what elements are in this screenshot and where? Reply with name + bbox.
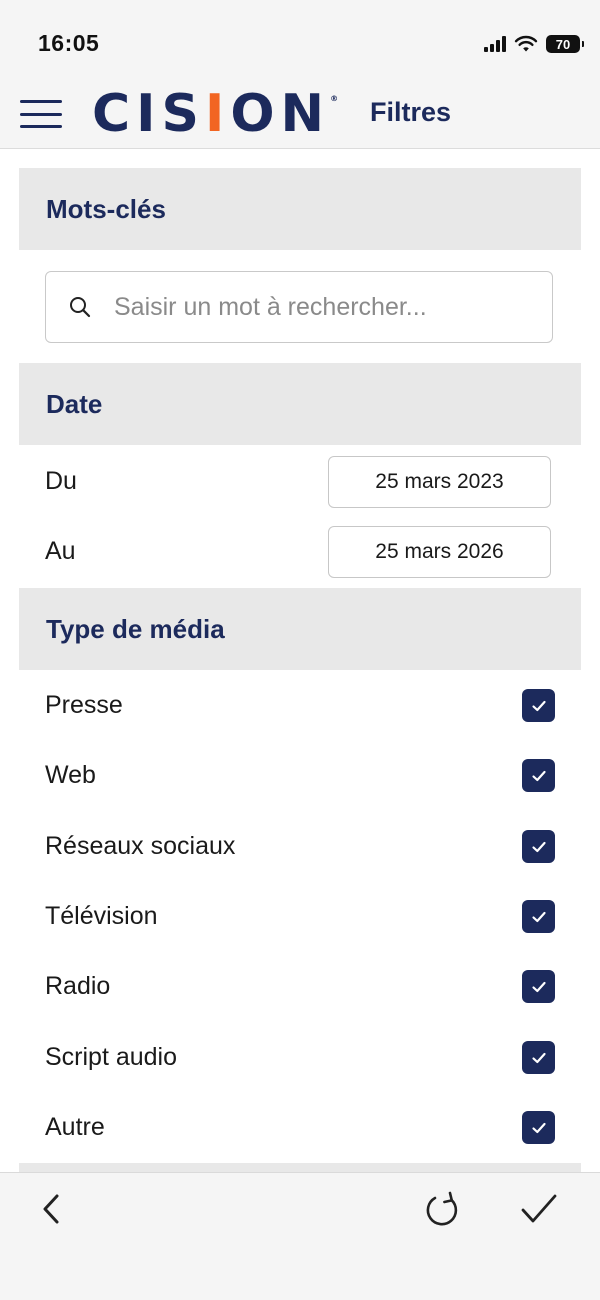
checkbox-autre[interactable] — [522, 1111, 555, 1144]
date-from-button[interactable]: 25 mars 2023 — [328, 456, 551, 508]
checkmark-icon — [521, 1194, 557, 1223]
hamburger-icon[interactable] — [20, 100, 62, 128]
filters-content[interactable]: Mots-clés Date Du 25 mars 2023 Au 25 mar… — [0, 149, 600, 1172]
section-title: Mots-clés — [46, 194, 166, 224]
date-to-button[interactable]: 25 mars 2026 — [328, 526, 551, 578]
refresh-icon — [426, 1191, 458, 1226]
section-header-next — [19, 1163, 581, 1172]
status-bar: 16:05 70 — [0, 0, 600, 80]
section-title: Date — [46, 389, 103, 419]
media-type-label: Web — [45, 761, 96, 789]
checkbox-presse[interactable] — [522, 689, 555, 722]
section-header-date: Date — [19, 363, 581, 445]
date-to-label: Au — [45, 537, 76, 565]
search-field[interactable] — [45, 271, 553, 343]
cision-logo: CIS I ON ® — [92, 84, 339, 144]
media-type-label: Radio — [45, 972, 111, 1000]
checkmark-icon — [531, 770, 546, 781]
media-type-label: Réseaux sociaux — [45, 832, 236, 860]
media-type-label: Télévision — [45, 902, 158, 930]
status-icons: 70 — [484, 32, 584, 56]
status-time: 16:05 — [38, 30, 100, 56]
search-icon — [70, 297, 91, 318]
media-type-label: Presse — [45, 691, 123, 719]
checkmark-icon — [531, 911, 546, 922]
bottom-toolbar — [0, 1172, 600, 1300]
checkbox-reseaux-sociaux[interactable] — [522, 830, 555, 863]
checkmark-icon — [531, 841, 546, 852]
checkbox-radio[interactable] — [522, 970, 555, 1003]
checkbox-television[interactable] — [522, 900, 555, 933]
battery-icon: 70 — [546, 35, 584, 53]
cellular-signal-icon — [484, 36, 506, 52]
checkmark-icon — [531, 1122, 546, 1133]
apply-button[interactable] — [517, 1187, 561, 1231]
checkmark-icon — [531, 1052, 546, 1063]
checkmark-icon — [531, 981, 546, 992]
page-title: Filtres — [370, 97, 452, 127]
date-from-label: Du — [45, 467, 77, 495]
section-title: Type de média — [46, 614, 225, 644]
back-button[interactable] — [30, 1187, 74, 1231]
checkbox-script-audio[interactable] — [522, 1041, 555, 1074]
checkmark-icon — [531, 700, 546, 711]
wifi-icon — [514, 35, 538, 52]
media-type-label: Autre — [45, 1113, 105, 1141]
checkbox-web[interactable] — [522, 759, 555, 792]
section-header-keywords: Mots-clés — [19, 168, 581, 250]
section-header-media-type: Type de média — [19, 588, 581, 670]
chevron-left-icon — [43, 1194, 59, 1224]
reset-button[interactable] — [421, 1187, 465, 1231]
search-input[interactable] — [112, 284, 536, 330]
app-header: CIS I ON ® Filtres — [0, 80, 600, 149]
media-type-label: Script audio — [45, 1043, 178, 1071]
